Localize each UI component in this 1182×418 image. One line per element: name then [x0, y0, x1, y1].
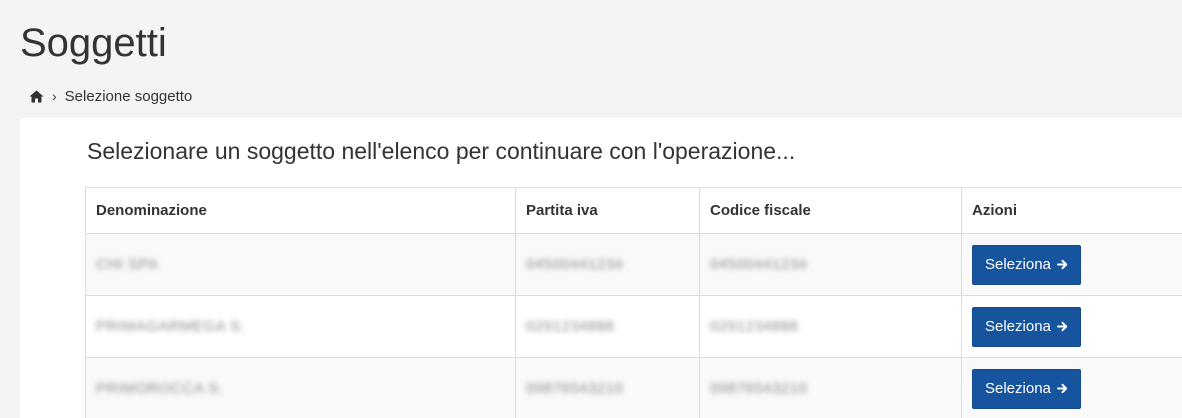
column-header-codice-fiscale[interactable]: Codice fiscale: [699, 187, 962, 234]
cell-partita-iva: 0291234888: [515, 295, 700, 358]
redacted-denominazione: PRIMAGARMEGA S.: [96, 318, 246, 335]
redacted-codice-fiscale: 09876543210: [710, 380, 808, 397]
arrow-right-icon: [1056, 383, 1068, 394]
home-icon[interactable]: [28, 88, 44, 104]
page-header: Soggetti › Selezione soggetto: [0, 0, 1182, 118]
seleziona-button-label: Seleziona: [985, 380, 1051, 397]
cell-partita-iva: 09876543210: [515, 357, 700, 418]
cell-azioni: Seleziona: [961, 295, 1182, 358]
page-title: Soggetti: [20, 21, 167, 65]
table-row: PRIMAGARMEGA S. 0291234888 0291234888 Se…: [85, 295, 1182, 358]
seleziona-button-label: Seleziona: [985, 318, 1051, 335]
column-header-denominazione[interactable]: Denominazione: [85, 187, 516, 234]
seleziona-button-label: Seleziona: [985, 256, 1051, 273]
table-row: CHI SPA 04500441234 04500441234 Selezion…: [85, 233, 1182, 296]
page: Soggetti › Selezione soggetto Selezionar…: [0, 0, 1182, 418]
redacted-partita-iva: 09876543210: [526, 380, 624, 397]
seleziona-button[interactable]: Seleziona: [972, 368, 1081, 409]
table-header-row: Denominazione Partita iva Codice fiscale…: [85, 187, 1182, 234]
cell-denominazione: PRIMAGARMEGA S.: [85, 295, 516, 358]
content-panel: Selezionare un soggetto nell'elenco per …: [20, 118, 1182, 418]
cell-codice-fiscale: 04500441234: [699, 233, 962, 296]
redacted-codice-fiscale: 0291234888: [710, 318, 799, 335]
subjects-table-container: Denominazione Partita iva Codice fiscale…: [85, 187, 1182, 418]
cell-codice-fiscale: 09876543210: [699, 357, 962, 418]
cell-partita-iva: 04500441234: [515, 233, 700, 296]
breadcrumb-separator: ›: [52, 88, 57, 104]
redacted-partita-iva: 0291234888: [526, 318, 615, 335]
table-row: PRIMOROCCA S. 09876543210 09876543210 Se…: [85, 357, 1182, 418]
redacted-codice-fiscale: 04500441234: [710, 256, 808, 273]
breadcrumb: › Selezione soggetto: [28, 86, 192, 106]
arrow-right-icon: [1056, 259, 1068, 270]
cell-denominazione: CHI SPA: [85, 233, 516, 296]
breadcrumb-current: Selezione soggetto: [64, 87, 193, 105]
redacted-partita-iva: 04500441234: [526, 256, 624, 273]
column-header-partita-iva[interactable]: Partita iva: [515, 187, 700, 234]
seleziona-button[interactable]: Seleziona: [972, 306, 1081, 347]
redacted-denominazione: CHI SPA: [96, 256, 159, 273]
seleziona-button[interactable]: Seleziona: [972, 244, 1081, 285]
column-header-azioni: Azioni: [961, 187, 1182, 234]
arrow-right-icon: [1056, 321, 1068, 332]
cell-azioni: Seleziona: [961, 233, 1182, 296]
subjects-table: Denominazione Partita iva Codice fiscale…: [85, 187, 1182, 418]
redacted-denominazione: PRIMOROCCA S.: [96, 380, 224, 397]
cell-codice-fiscale: 0291234888: [699, 295, 962, 358]
cell-azioni: Seleziona: [961, 357, 1182, 418]
cell-denominazione: PRIMOROCCA S.: [85, 357, 516, 418]
intro-text: Selezionare un soggetto nell'elenco per …: [87, 138, 796, 164]
